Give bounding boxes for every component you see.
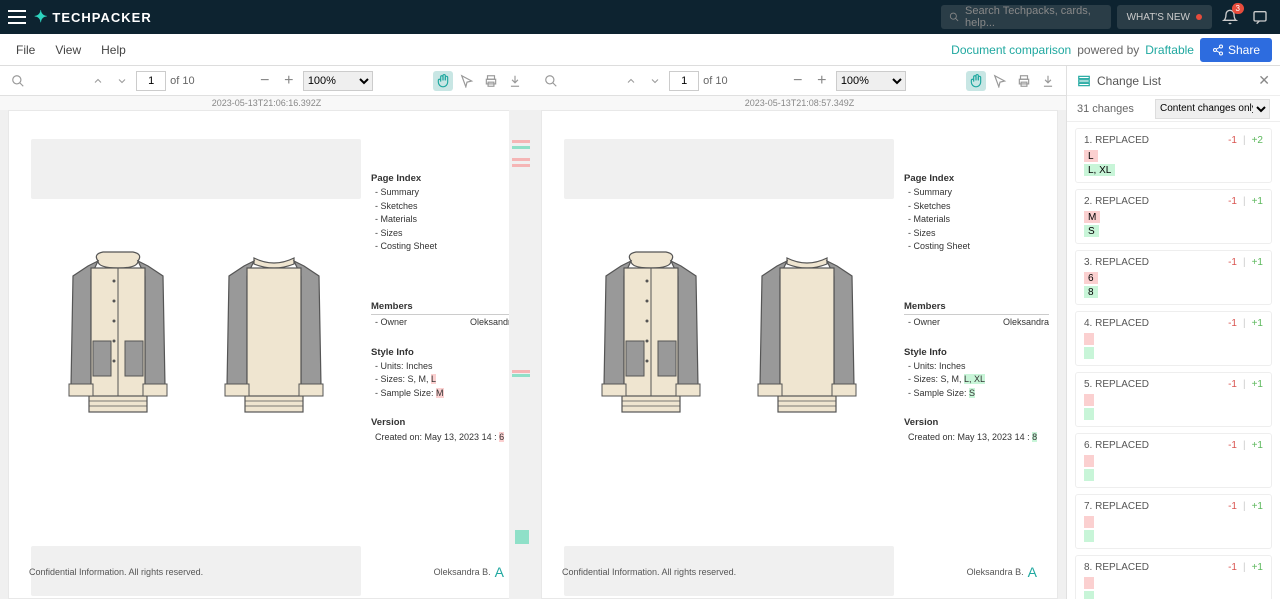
sketch-row [576,246,882,426]
left-footer: Confidential Information. All rights res… [29,564,504,580]
header-placeholder [564,139,894,199]
left-document-page: Page Index - Summary - Sketches - Materi… [8,110,525,599]
doc-comparison-link[interactable]: Document comparison [951,43,1071,57]
print-button[interactable] [481,71,501,91]
change-item[interactable]: 4. REPLACED-1|+1 [1075,311,1272,366]
added-size: L, XL [964,374,985,384]
jacket-back-sketch [199,246,349,426]
menu-help[interactable]: Help [93,39,134,61]
left-document-pane: of 10 − + 100% 2023-05-13T21:06:16.392Z [0,66,533,599]
help-button[interactable] [1248,5,1272,29]
right-toolbar: of 10 − + 100% [533,66,1066,96]
right-timestamp: 2023-05-13T21:08:57.349Z [533,96,1066,110]
change-item[interactable]: 3. REPLACED-1|+168 [1075,250,1272,305]
zoom-out-button[interactable]: − [788,71,808,91]
change-list[interactable]: 1. REPLACED-1|+2LL, XL 2. REPLACED-1|+1MS… [1067,122,1280,599]
zoom-in-button[interactable]: + [279,71,299,91]
change-item[interactable]: 6. REPLACED-1|+1 [1075,433,1272,488]
page-of-text: of 10 [703,75,727,87]
menu-bar: File View Help Document comparison power… [0,34,1280,66]
right-document-page: Page Index - Summary - Sketches - Materi… [541,110,1058,599]
sketch-row [43,246,349,426]
hand-tool-button[interactable] [433,71,453,91]
left-info-column: Page Index - Summary - Sketches - Materi… [371,166,516,444]
jacket-front-sketch [576,246,726,426]
right-info-column: Page Index - Summary - Sketches - Materi… [904,166,1049,444]
new-indicator-dot [1196,14,1202,20]
sidebar-title: Change List [1097,74,1252,88]
search-button[interactable] [541,71,561,91]
notifications-button[interactable]: 3 [1218,5,1242,29]
jacket-back-sketch [732,246,882,426]
zoom-in-button[interactable]: + [812,71,832,91]
left-toolbar: of 10 − + 100% [0,66,533,96]
app-logo[interactable]: ✦ TECHPACKER [34,7,152,27]
added-sample: S [969,388,975,398]
menu-file[interactable]: File [8,39,43,61]
close-sidebar-button[interactable]: ✕ [1258,72,1270,89]
select-tool-button[interactable] [990,71,1010,91]
change-filter-select[interactable]: Content changes only [1155,99,1270,119]
global-search[interactable]: Search Techpacks, cards, help... [941,5,1111,29]
search-icon [949,11,959,23]
zoom-select[interactable]: 100% [303,71,373,91]
zoom-select[interactable]: 100% [836,71,906,91]
left-timestamp: 2023-05-13T21:06:16.392Z [0,96,533,110]
jacket-front-sketch [43,246,193,426]
change-item[interactable]: 5. REPLACED-1|+1 [1075,372,1272,427]
share-icon [1212,44,1224,56]
zoom-out-button[interactable]: − [255,71,275,91]
next-page-button[interactable] [112,71,132,91]
page-of-text: of 10 [170,75,194,87]
logo-icon: ✦ [34,7,48,27]
brand-text: TECHPACKER [52,10,151,25]
change-item[interactable]: 1. REPLACED-1|+2LL, XL [1075,128,1272,183]
prev-page-button[interactable] [621,71,641,91]
search-placeholder: Search Techpacks, cards, help... [965,5,1103,29]
powered-by-text: powered by [1077,43,1139,57]
whats-new-button[interactable]: WHAT'S NEW [1117,5,1212,29]
change-item[interactable]: 8. REPLACED-1|+1 [1075,555,1272,599]
change-item[interactable]: 2. REPLACED-1|+1MS [1075,189,1272,244]
select-tool-button[interactable] [457,71,477,91]
right-document-pane: of 10 − + 100% 2023-05-13T21:08:57.349Z [533,66,1066,599]
menu-icon[interactable] [8,10,26,24]
menu-view[interactable]: View [47,39,89,61]
change-item[interactable]: 7. REPLACED-1|+1 [1075,494,1272,549]
next-page-button[interactable] [645,71,665,91]
right-footer: Confidential Information. All rights res… [562,564,1037,580]
header-placeholder [31,139,361,199]
page-number-input[interactable] [669,71,699,91]
page-number-input[interactable] [136,71,166,91]
change-count: 31 changes [1077,103,1149,115]
change-list-sidebar: Change List ✕ 31 changes Content changes… [1066,66,1280,599]
hand-tool-button[interactable] [966,71,986,91]
removed-sample: M [436,388,444,398]
notification-badge: 3 [1232,3,1244,14]
draftable-link[interactable]: Draftable [1145,43,1194,57]
left-change-strip[interactable] [509,110,533,599]
signature-mark: A [495,564,504,580]
page-index-head: Page Index [371,172,516,186]
removed-size: L [431,374,436,384]
chat-icon [1252,9,1268,25]
download-button[interactable] [1038,71,1058,91]
signature-mark: A [1028,564,1037,580]
search-button[interactable] [8,71,28,91]
top-bar: ✦ TECHPACKER Search Techpacks, cards, he… [0,0,1280,34]
share-button[interactable]: Share [1200,38,1272,62]
list-icon [1077,74,1091,88]
download-button[interactable] [505,71,525,91]
prev-page-button[interactable] [88,71,108,91]
print-button[interactable] [1014,71,1034,91]
